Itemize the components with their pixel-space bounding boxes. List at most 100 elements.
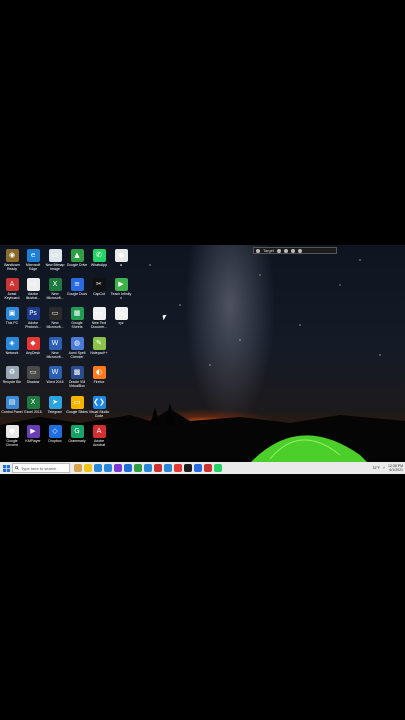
desktop-icon-label: AnyDesk (25, 351, 40, 355)
taskbar-search-box[interactable]: Type here to search (12, 463, 70, 473)
desktop-icon-label: Dropbox (48, 439, 62, 443)
desktop-icon[interactable]: ▭ New Text Docume... (88, 307, 110, 335)
pinned-app-icon[interactable] (104, 464, 112, 472)
app-icon: ▭ (26, 278, 40, 291)
desktop-icon-label: Google Sheets (71, 321, 83, 329)
desktop-icon[interactable]: ▶ KMPlayer (22, 425, 44, 453)
app-icon: e (26, 249, 40, 262)
recorder-target-label[interactable]: Target (263, 248, 274, 253)
desktop-icon-label: Google Docs (66, 292, 88, 296)
desktop-icon[interactable]: ◉ Bandicam Ready (1, 249, 23, 277)
desktop-icon-label: a (120, 263, 122, 267)
desktop-icon[interactable]: ▤ Control Panel (1, 396, 23, 424)
desktop-icon[interactable]: ◈ Network (1, 337, 23, 365)
app-icon: G (70, 425, 84, 438)
desktop-icon-label: New Microsoft... (46, 292, 64, 300)
pinned-app-icon[interactable] (174, 464, 182, 472)
search-placeholder[interactable]: Type here to search (21, 466, 56, 471)
desktop-icon[interactable]: ▦ Google Sheets (66, 307, 88, 335)
desktop-icon[interactable]: A Adobe Acrobat (88, 425, 110, 453)
app-icon: ▭ (70, 396, 84, 409)
app-icon: W (48, 366, 62, 379)
weather-temperature[interactable]: 32°F (373, 466, 380, 470)
settings-icon[interactable] (291, 248, 296, 253)
app-icon: ▤ (5, 396, 19, 409)
app-icon: ◆ (26, 337, 40, 350)
desktop-icon[interactable]: ◇ Dropbox (44, 425, 66, 453)
desktop-icon-label: Teach Infinity x (110, 292, 132, 300)
recorder-toolbar[interactable]: Target (253, 247, 337, 254)
desktop-icon[interactable]: ❮❯ Visual Studio Code (88, 396, 110, 424)
pinned-app-icon[interactable] (194, 464, 202, 472)
pinned-app-icon[interactable] (74, 464, 82, 472)
app-icon: ▦ (70, 307, 84, 320)
app-icon: ● (5, 425, 19, 438)
taskbar: Type here to search 32°F ˄ 12:35 PM 6/1/… (0, 462, 405, 474)
app-icon: ▲ (70, 249, 84, 262)
desktop-icon[interactable]: ▲ Google Drive (66, 249, 88, 277)
screenshot-icon[interactable] (284, 248, 289, 253)
desktop-icon[interactable]: ✆ WhatsApp (88, 249, 110, 277)
system-tray: 32°F ˄ 12:35 PM 6/1/2021 (373, 462, 403, 474)
pinned-app-icon[interactable] (134, 464, 142, 472)
pinned-app-icon[interactable] (154, 464, 162, 472)
desktop-icon-label: Google Drive (66, 263, 88, 267)
desktop-icon[interactable]: G Grammarly (66, 425, 88, 453)
pinned-app-icon[interactable] (144, 464, 152, 472)
tray-chevron-icon[interactable]: ˄ (383, 466, 385, 470)
pinned-app-icon[interactable] (164, 464, 172, 472)
pinned-app-icon[interactable] (184, 464, 192, 472)
pinned-app-icon[interactable] (114, 464, 122, 472)
desktop-icon[interactable]: ➤ Telegram (44, 396, 66, 424)
desktop-icon[interactable]: ▭ New Bitmap Image (44, 249, 66, 277)
close-icon[interactable] (298, 248, 303, 253)
start-button[interactable] (0, 462, 12, 474)
clock-date: 6/1/2021 (389, 468, 403, 472)
desktop-icon[interactable]: ◆ AnyDesk (22, 337, 44, 365)
pinned-app-icon[interactable] (124, 464, 132, 472)
desktop-icon[interactable]: Ps Adobe Photosh... (22, 307, 44, 335)
desktop-icon[interactable]: ▭ Adobe Illustrat... (22, 278, 44, 306)
clock[interactable]: 12:35 PM 6/1/2021 (388, 464, 403, 472)
desktop-icon[interactable]: ▩ Oracle VM VirtualBox (66, 366, 88, 394)
desktop-icon[interactable]: ♻ Recycle Bin (1, 366, 23, 394)
desktop-icon[interactable]: ▭ Shadow (22, 366, 44, 394)
desktop-icon[interactable]: ▣ This PC (1, 307, 23, 335)
desktop-icon[interactable]: ≡ Google Docs (66, 278, 88, 306)
desktop-icon-label: Adobe Acrobat (92, 439, 106, 447)
desktop-icon[interactable]: ▭ New Microsoft... (44, 307, 66, 335)
desktop-icon-label: Control Panel (1, 410, 23, 414)
app-icon: ▭ (48, 307, 62, 320)
desktop-icon[interactable]: W Word 2016 (44, 366, 66, 394)
pinned-apps (74, 464, 222, 472)
desktop-icon-label: CapCut (93, 292, 105, 296)
app-icon: ▶ (26, 425, 40, 438)
desktop-icon-label: Notepad++ (90, 351, 108, 355)
desktop-icon[interactable]: ◍ Aomi Spell Checker (66, 337, 88, 365)
desktop-icon[interactable]: X New Microsoft... (44, 278, 66, 306)
desktop-icon[interactable]: ● Google Chrome (1, 425, 23, 453)
desktop-icon[interactable]: ◐ Firefox (88, 366, 110, 394)
desktop-icon-label: Bandicam Ready (4, 263, 20, 271)
pinned-app-icon[interactable] (214, 464, 222, 472)
desktop-icon-label: Google Slides (66, 410, 88, 414)
desktop-icon[interactable]: ● a (110, 249, 132, 277)
pinned-app-icon[interactable] (94, 464, 102, 472)
desktop-icon[interactable]: e Microsoft Edge (22, 249, 44, 277)
desktop-icon[interactable]: ▶ Teach Infinity x (110, 278, 132, 306)
pinned-app-icon[interactable] (204, 464, 212, 472)
desktop-icon[interactable]: ▭ xyz (110, 307, 132, 335)
record-icon[interactable] (256, 248, 260, 253)
app-icon: ▭ (26, 366, 40, 379)
app-icon: ≡ (70, 278, 84, 291)
desktop-icon[interactable]: W New Microsoft... (44, 337, 66, 365)
app-icon: ➤ (48, 396, 62, 409)
desktop-icon[interactable]: X Excel 2016 (22, 396, 44, 424)
desktop-icon[interactable]: ▭ Google Slides (66, 396, 88, 424)
desktop-icon[interactable]: A Avast Keyboard (1, 278, 23, 306)
pinned-app-icon[interactable] (84, 464, 92, 472)
pause-icon[interactable] (277, 248, 282, 253)
desktop-icon[interactable]: ✎ Notepad++ (88, 337, 110, 365)
desktop-icon[interactable]: ✂ CapCut (88, 278, 110, 306)
desktop-icon-label: xyz (118, 321, 124, 325)
